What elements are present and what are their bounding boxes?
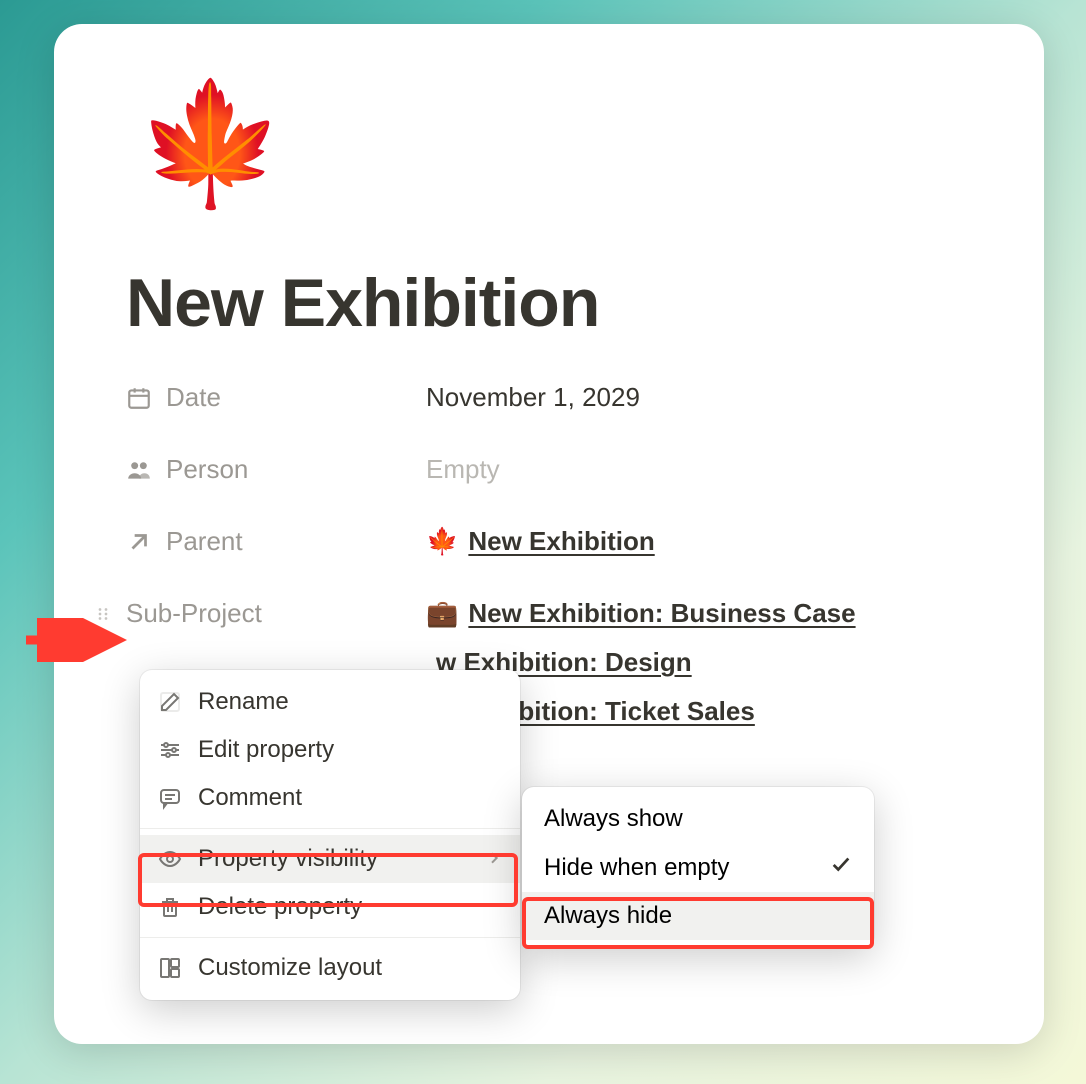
- relation-link-text: New Exhibition: [468, 526, 654, 557]
- property-label-subproject[interactable]: Sub-Project: [126, 598, 426, 629]
- page-title[interactable]: New Exhibition: [126, 264, 972, 342]
- submenu-item-always-hide[interactable]: Always hide: [522, 892, 874, 940]
- property-value-date[interactable]: November 1, 2029: [426, 382, 640, 413]
- menu-item-label: Edit property: [198, 736, 334, 764]
- menu-item-customize-layout[interactable]: Customize layout: [140, 944, 520, 992]
- submenu-item-label: Always hide: [544, 902, 672, 930]
- submenu-item-label: Always show: [544, 805, 683, 833]
- property-context-menu: Rename Edit property Comment Property vi…: [140, 670, 520, 1000]
- menu-separator: [140, 828, 520, 829]
- property-row-date: Date November 1, 2029: [126, 382, 972, 424]
- menu-item-label: Comment: [198, 784, 302, 812]
- submenu-item-always-show[interactable]: Always show: [522, 795, 874, 843]
- chevron-right-icon: [486, 845, 502, 873]
- calendar-icon: [126, 385, 152, 411]
- property-label-text: Sub-Project: [126, 598, 262, 629]
- relation-link-text: New Exhibition: Business Case: [468, 598, 855, 629]
- property-value-parent: 🍁 New Exhibition: [426, 526, 655, 557]
- property-label-text: Person: [166, 454, 248, 485]
- property-label-date[interactable]: Date: [126, 382, 426, 413]
- arrow-out-icon: [126, 529, 152, 555]
- maple-leaf-icon: 🍁: [426, 526, 458, 557]
- people-icon: [126, 457, 152, 483]
- property-row-person: Person Empty: [126, 454, 972, 496]
- relation-link[interactable]: 💼 New Exhibition: Business Case: [426, 598, 856, 629]
- check-icon: [830, 853, 852, 882]
- property-label-text: Date: [166, 382, 221, 413]
- menu-item-property-visibility[interactable]: Property visibility: [140, 835, 520, 883]
- eye-icon: [158, 847, 182, 871]
- menu-item-edit-property[interactable]: Edit property: [140, 726, 520, 774]
- menu-item-rename[interactable]: Rename: [140, 678, 520, 726]
- layout-icon: [158, 956, 182, 980]
- property-row-parent: Parent 🍁 New Exhibition: [126, 526, 972, 568]
- property-label-text: Parent: [166, 526, 243, 557]
- trash-icon: [158, 895, 182, 919]
- property-value-person[interactable]: Empty: [426, 454, 500, 485]
- menu-item-label: Rename: [198, 688, 289, 716]
- submenu-item-label: Hide when empty: [544, 854, 729, 882]
- sliders-icon: [158, 738, 182, 762]
- drag-handle-icon[interactable]: [94, 601, 112, 627]
- menu-item-comment[interactable]: Comment: [140, 774, 520, 822]
- visibility-submenu: Always show Hide when empty Always hide: [522, 787, 874, 948]
- menu-item-label: Property visibility: [198, 845, 378, 873]
- menu-item-label: Customize layout: [198, 954, 382, 982]
- briefcase-icon: 💼: [426, 598, 458, 629]
- property-label-parent[interactable]: Parent: [126, 526, 426, 557]
- submenu-item-hide-when-empty[interactable]: Hide when empty: [522, 843, 874, 892]
- page-emoji-icon[interactable]: 🍁: [136, 84, 972, 204]
- property-label-person[interactable]: Person: [126, 454, 426, 485]
- relation-link[interactable]: 🍁 New Exhibition: [426, 526, 655, 557]
- comment-icon: [158, 786, 182, 810]
- menu-item-label: Delete property: [198, 893, 362, 921]
- menu-separator: [140, 937, 520, 938]
- menu-item-delete-property[interactable]: Delete property: [140, 883, 520, 931]
- rename-icon: [158, 690, 182, 714]
